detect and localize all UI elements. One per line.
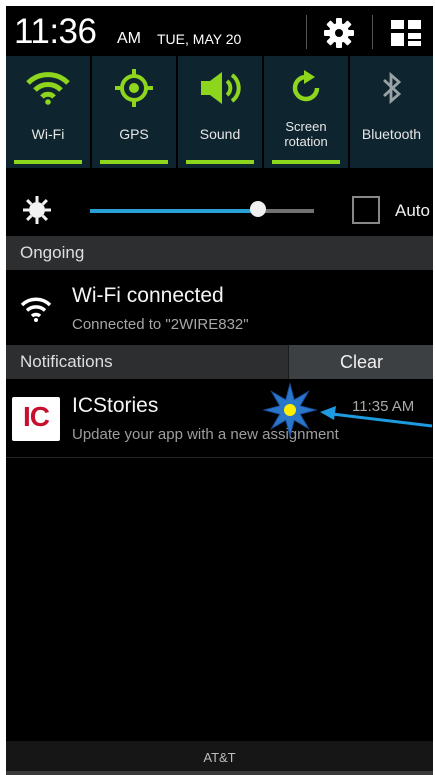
- brightness-sun-icon: [22, 195, 52, 225]
- toggle-wifi-label: Wi-Fi: [31, 126, 65, 142]
- toggle-sound-label: Sound: [199, 126, 241, 142]
- header-divider: [372, 15, 373, 49]
- gps-icon: [92, 66, 176, 110]
- ongoing-item-subtitle: Connected to "2WIRE832": [72, 316, 249, 333]
- annotation-overlay: [262, 382, 433, 438]
- wifi-icon: [6, 66, 90, 110]
- app-logo-text: IC: [23, 401, 50, 432]
- toggle-rotation-label-line1: Screen: [285, 119, 327, 134]
- notifications-header-label: Notifications: [20, 352, 113, 371]
- starburst-highlight-icon: [262, 382, 318, 438]
- status-date: TUE, MAY 20: [157, 31, 242, 47]
- auto-brightness-checkbox[interactable]: [352, 196, 380, 224]
- bluetooth-icon: [350, 66, 433, 110]
- toggle-gps-indicator: [100, 160, 168, 164]
- toggle-rotation-indicator: [272, 160, 340, 164]
- auto-brightness-label: Auto: [395, 201, 430, 220]
- toggle-screen-rotation-label: Screen rotation: [264, 119, 348, 149]
- toggle-bluetooth-label: Bluetooth: [361, 126, 422, 142]
- status-header: 11:36 AM TUE, MAY 20: [6, 6, 433, 56]
- ongoing-header-label: Ongoing: [20, 243, 85, 262]
- notification-panel: 11:36 AM TUE, MAY 20 Wi-Fi GPS Sound Scr…: [6, 6, 433, 775]
- ongoing-item-title: Wi-Fi connected: [72, 284, 224, 307]
- divider: [6, 457, 433, 458]
- brightness-control: Auto: [6, 168, 433, 236]
- rotate-icon: [264, 66, 348, 110]
- toggle-sound-indicator: [186, 160, 254, 164]
- brightness-slider[interactable]: [90, 209, 314, 213]
- all-settings-grid-icon[interactable]: [389, 17, 423, 49]
- speaker-icon: [178, 66, 262, 110]
- clock-time: 11:36: [14, 12, 97, 51]
- toggle-screen-rotation[interactable]: Screen rotation: [264, 56, 348, 168]
- annotation-arrow-icon: [320, 406, 433, 428]
- toggle-bluetooth[interactable]: Bluetooth: [350, 56, 433, 168]
- carrier-label: AT&T: [6, 741, 433, 775]
- toggle-gps[interactable]: GPS: [92, 56, 176, 168]
- clock-ampm: AM: [117, 30, 141, 47]
- icstories-app-logo-icon: IC: [12, 397, 60, 441]
- brightness-slider-fill: [90, 209, 258, 213]
- panel-drag-handle[interactable]: [6, 771, 433, 775]
- header-divider: [306, 15, 307, 49]
- ongoing-wifi-item[interactable]: Wi-Fi connected Connected to "2WIRE832": [6, 270, 433, 345]
- notification-app-name: ICStories: [72, 394, 159, 417]
- ongoing-section-header: Ongoing: [6, 236, 433, 270]
- toggle-sound[interactable]: Sound: [178, 56, 262, 168]
- wifi-icon: [20, 296, 52, 322]
- notifications-section-header: Notifications Clear: [6, 345, 433, 379]
- toggle-gps-label: GPS: [119, 126, 149, 142]
- clear-notifications-button[interactable]: Clear: [288, 345, 433, 379]
- quick-settings-toggles: Wi-Fi GPS Sound Screen rotation Bluetoot…: [6, 56, 433, 168]
- settings-gear-icon[interactable]: [321, 16, 357, 50]
- toggle-rotation-label-line2: rotation: [284, 134, 328, 149]
- toggle-wifi[interactable]: Wi-Fi: [6, 56, 90, 168]
- brightness-slider-handle[interactable]: [250, 201, 266, 217]
- toggle-wifi-indicator: [14, 160, 82, 164]
